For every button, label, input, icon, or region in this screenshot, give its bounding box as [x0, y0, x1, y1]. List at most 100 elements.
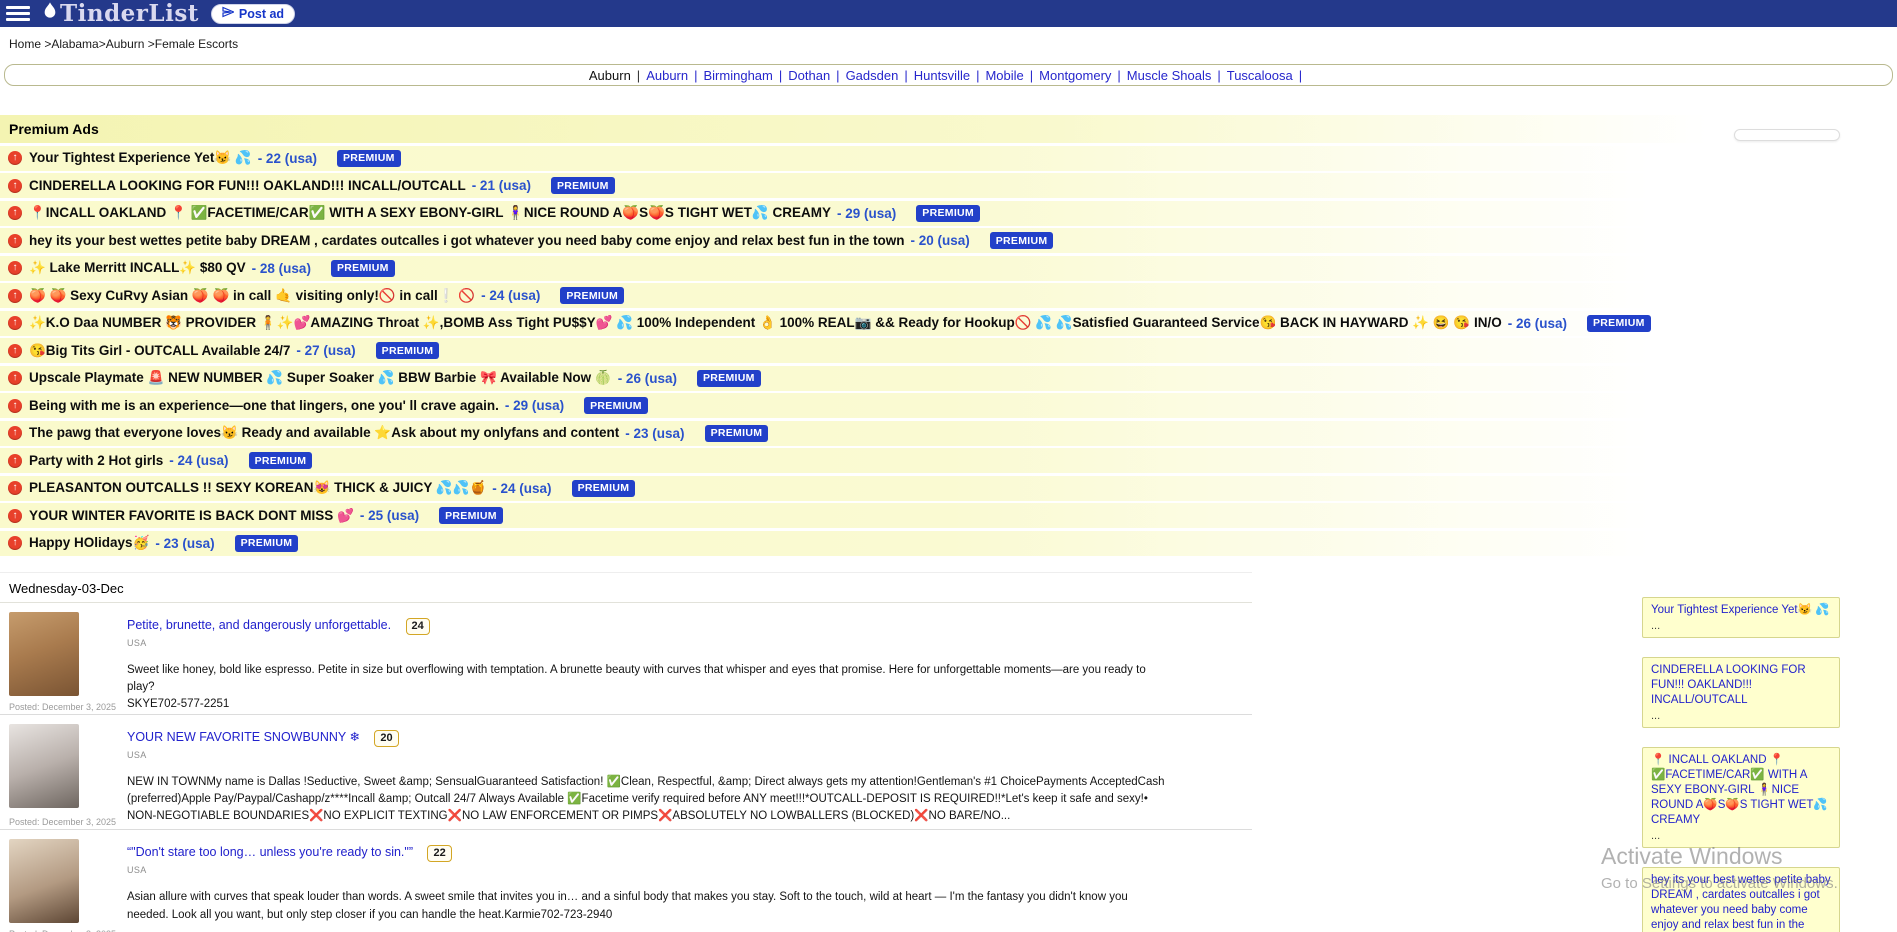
up-arrow-circle-icon: ↑ [8, 234, 22, 248]
premium-ad-row: ↑ CINDERELLA LOOKING FOR FUN!!! OAKLAND!… [0, 173, 1897, 198]
premium-badge[interactable]: PREMIUM [337, 150, 401, 167]
site-logo[interactable]: TinderList [42, 0, 199, 27]
premium-sidebar: Your Tightest Experience Yet😼 💦 ... CIND… [1642, 597, 1840, 932]
flame-icon [42, 0, 58, 27]
premium-ad-title[interactable]: PLEASANTON OUTCALLS !! SEXY KOREAN😻 THIC… [29, 480, 486, 496]
premium-badge[interactable]: PREMIUM [235, 535, 299, 552]
premium-ad-title[interactable]: Being with me is an experience—one that … [29, 398, 499, 413]
premium-badge[interactable]: PREMIUM [572, 480, 636, 497]
listing-posted-date: Posted: December 3, 2025 [9, 811, 101, 827]
premium-ads-heading: Premium Ads [0, 115, 1897, 143]
listing-posted-date: Posted: December 3, 2025 [9, 923, 101, 932]
listing-thumbnail[interactable] [9, 724, 79, 808]
premium-badge[interactable]: PREMIUM [331, 260, 395, 277]
premium-ad-title[interactable]: CINDERELLA LOOKING FOR FUN!!! OAKLAND!!!… [29, 178, 466, 193]
premium-ad-title[interactable]: 📍INCALL OAKLAND 📍 ✅FACETIME/CAR✅ WITH A … [29, 205, 831, 221]
listing-thumbnail[interactable] [9, 612, 79, 696]
premium-ads-section: Premium Ads ↑ Your Tightest Experience Y… [0, 115, 1897, 556]
age-badge: 24 [406, 618, 430, 635]
premium-ad-meta: - 24 (usa) [492, 481, 551, 496]
premium-ad-meta: - 24 (usa) [481, 288, 540, 303]
up-arrow-circle-icon: ↑ [8, 261, 22, 275]
listing-description: Sweet like honey, bold like espresso. Pe… [127, 662, 1172, 697]
listing-row: Posted: December 3, 2025 Petite, brunett… [0, 603, 1252, 715]
listing-row: Posted: December 3, 2025 “"Don't stare t… [0, 830, 1252, 932]
age-badge: 22 [427, 845, 451, 862]
premium-badge[interactable]: PREMIUM [439, 507, 503, 524]
premium-badge[interactable]: PREMIUM [1587, 315, 1651, 332]
listing-title-link[interactable]: YOUR NEW FAVORITE SNOWBUNNY ❄ [127, 730, 360, 744]
listing-title-link[interactable]: Petite, brunette, and dangerously unforg… [127, 618, 391, 632]
premium-ad-title[interactable]: Happy HOlidays🥳 [29, 535, 149, 551]
floating-scroll-widget[interactable] [1734, 129, 1840, 141]
city-link[interactable]: Huntsville [914, 68, 970, 83]
premium-ad-row: ↑ ✨K.O Daa NUMBER 🐯 PROVIDER 🧍✨💕AMAZING … [0, 311, 1897, 336]
post-ad-button[interactable]: Post ad [211, 4, 295, 24]
up-arrow-circle-icon: ↑ [8, 509, 22, 523]
up-arrow-circle-icon: ↑ [8, 371, 22, 385]
premium-ad-title[interactable]: The pawg that everyone loves😼 Ready and … [29, 425, 619, 441]
sidebar-ad-title[interactable]: 📍 INCALL OAKLAND 📍 ✅FACETIME/CAR✅ WITH A… [1651, 753, 1831, 828]
city-link[interactable]: Birmingham [704, 68, 773, 83]
sidebar-ad-title[interactable]: CINDERELLA LOOKING FOR FUN!!! OAKLAND!!!… [1651, 663, 1831, 708]
premium-ad-title[interactable]: YOUR WINTER FAVORITE IS BACK DONT MISS 💕 [29, 508, 354, 524]
premium-ad-meta: - 29 (usa) [505, 398, 564, 413]
listing-title-link[interactable]: “"Don't stare too long… unless you're re… [127, 845, 413, 859]
premium-ad-row: ↑ Happy HOlidays🥳 - 23 (usa) PREMIUM [0, 531, 1897, 556]
city-link[interactable]: Muscle Shoals [1127, 68, 1212, 83]
premium-ad-meta: - 28 (usa) [252, 261, 311, 276]
listing-thumbnail[interactable] [9, 839, 79, 923]
city-link[interactable]: Montgomery [1039, 68, 1111, 83]
premium-ad-title[interactable]: Party with 2 Hot girls [29, 453, 163, 468]
breadcrumb[interactable]: Home >Alabama>Auburn >Female Escorts [0, 27, 1897, 51]
premium-badge[interactable]: PREMIUM [560, 287, 624, 304]
premium-ad-title[interactable]: Your Tightest Experience Yet😼 💦 [29, 150, 252, 166]
premium-badge[interactable]: PREMIUM [697, 370, 761, 387]
premium-ad-title[interactable]: Upscale Playmate 🚨 NEW NUMBER 💦 Super So… [29, 370, 612, 386]
premium-ad-title[interactable]: 🍑 🍑 Sexy CuRvy Asian 🍑 🍑 in call 🤙 visit… [29, 288, 475, 304]
sidebar-ad-ellipsis: ... [1651, 829, 1831, 843]
premium-ad-meta: - 24 (usa) [169, 453, 228, 468]
premium-ad-meta: - 26 (usa) [1508, 316, 1567, 331]
up-arrow-circle-icon: ↑ [8, 206, 22, 220]
sidebar-ad-box[interactable]: 📍 INCALL OAKLAND 📍 ✅FACETIME/CAR✅ WITH A… [1642, 747, 1840, 848]
premium-badge[interactable]: PREMIUM [584, 397, 648, 414]
premium-badge[interactable]: PREMIUM [376, 342, 440, 359]
listing-description: Asian allure with curves that speak loud… [127, 889, 1172, 924]
listing-description: NEW IN TOWNMy name is Dallas !Seductive,… [127, 774, 1172, 826]
menu-icon[interactable] [6, 6, 30, 21]
premium-ad-title[interactable]: ✨K.O Daa NUMBER 🐯 PROVIDER 🧍✨💕AMAZING Th… [29, 315, 1502, 331]
premium-badge[interactable]: PREMIUM [249, 452, 313, 469]
sidebar-ad-box[interactable]: Your Tightest Experience Yet😼 💦 ... [1642, 597, 1840, 638]
up-arrow-circle-icon: ↑ [8, 426, 22, 440]
premium-ad-title[interactable]: 😘Big Tits Girl - OUTCALL Available 24/7 [29, 343, 290, 359]
premium-ad-meta: - 23 (usa) [155, 536, 214, 551]
sidebar-ad-title[interactable]: hey its your best wettes petite baby DRE… [1651, 873, 1831, 932]
city-link[interactable]: Gadsden [846, 68, 899, 83]
listing-contact: SKYE702-577-2251 [127, 698, 1172, 710]
premium-badge[interactable]: PREMIUM [990, 232, 1054, 249]
city-link[interactable]: Tuscaloosa [1227, 68, 1293, 83]
up-arrow-circle-icon: ↑ [8, 536, 22, 550]
premium-badge[interactable]: PREMIUM [551, 177, 615, 194]
premium-ad-title[interactable]: ✨ Lake Merritt INCALL✨ $80 QV [29, 260, 246, 276]
listing-country: USA [127, 865, 1172, 875]
premium-ad-row: ↑ 📍INCALL OAKLAND 📍 ✅FACETIME/CAR✅ WITH … [0, 201, 1897, 226]
city-link[interactable]: Auburn [646, 68, 688, 83]
premium-ad-meta: - 22 (usa) [258, 151, 317, 166]
premium-badge[interactable]: PREMIUM [916, 205, 980, 222]
sidebar-ad-ellipsis: ... [1651, 709, 1831, 723]
premium-ad-meta: - 23 (usa) [625, 426, 684, 441]
premium-badge[interactable]: PREMIUM [705, 425, 769, 442]
sidebar-ad-box[interactable]: CINDERELLA LOOKING FOR FUN!!! OAKLAND!!!… [1642, 657, 1840, 728]
listing-country: USA [127, 750, 1172, 760]
premium-ad-row: ↑ PLEASANTON OUTCALLS !! SEXY KOREAN😻 TH… [0, 476, 1897, 501]
up-arrow-circle-icon: ↑ [8, 316, 22, 330]
city-link[interactable]: Dothan [788, 68, 830, 83]
premium-ad-title[interactable]: hey its your best wettes petite baby DRE… [29, 233, 904, 248]
city-link[interactable]: Mobile [985, 68, 1023, 83]
sidebar-ad-box[interactable]: hey its your best wettes petite baby DRE… [1642, 867, 1840, 932]
sidebar-ad-title[interactable]: Your Tightest Experience Yet😼 💦 [1651, 603, 1831, 618]
premium-ad-meta: - 20 (usa) [910, 233, 969, 248]
premium-ad-row: ↑ Being with me is an experience—one tha… [0, 393, 1897, 418]
